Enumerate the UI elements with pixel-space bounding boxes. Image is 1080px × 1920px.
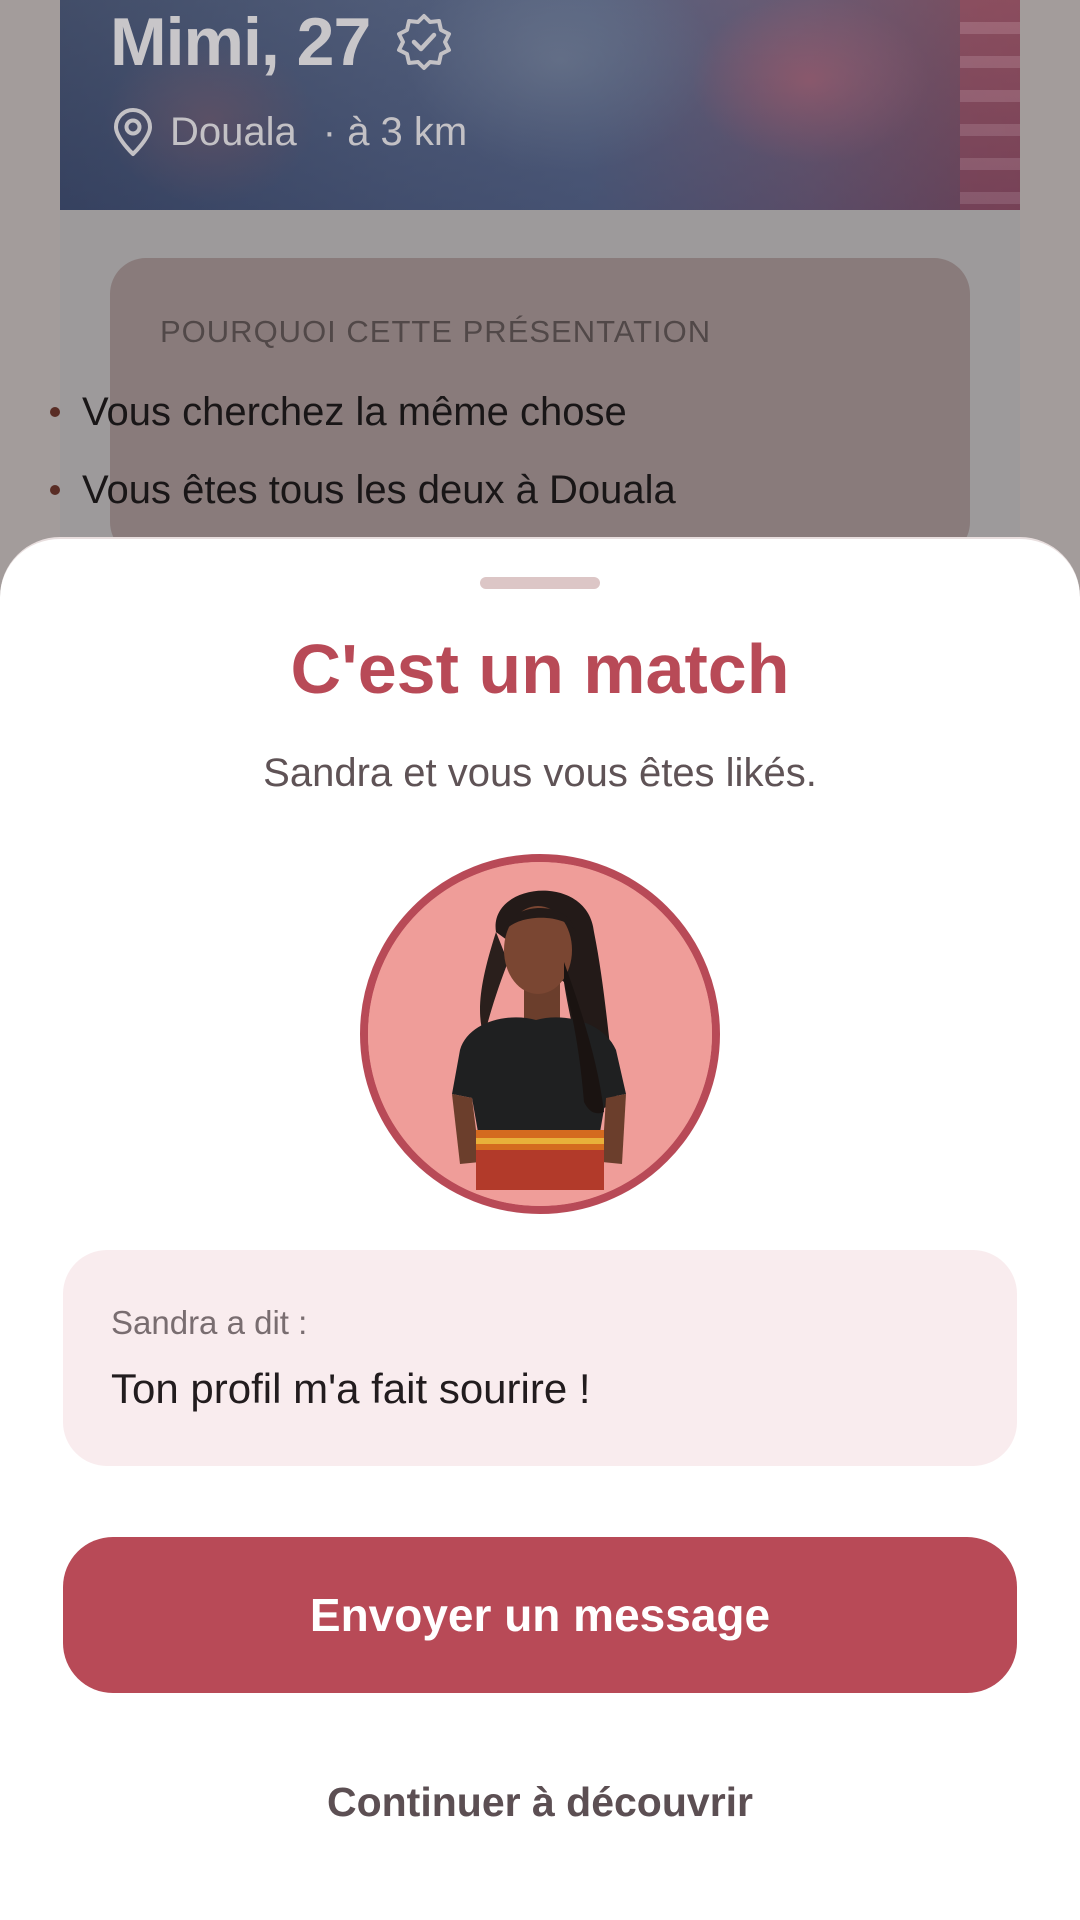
profile-photo: Mimi, 27 Douala · à 3 km — [60, 0, 1020, 210]
sheet-drag-handle[interactable] — [480, 577, 600, 589]
profile-distance: · à 3 km — [322, 110, 468, 154]
reason-text: Vous êtes tous les deux à Douala — [82, 468, 676, 512]
match-title: C'est un match — [290, 630, 790, 708]
quote-author: Sandra a dit : — [111, 1304, 308, 1341]
bullet-icon — [50, 485, 60, 495]
profile-city: Douala — [170, 110, 297, 154]
quote-text: Ton profil m'a fait sourire ! — [111, 1365, 591, 1412]
reason-item: Vous cherchez la même chose — [50, 392, 627, 432]
reason-item: Vous êtes tous les deux à Douala — [50, 470, 676, 510]
avatar-portrait — [368, 862, 712, 1206]
reasons-title: POURQUOI CETTE PRÉSENTATION — [160, 314, 712, 349]
verified-badge-icon — [397, 14, 452, 70]
profile-name-age: Mimi, 27 — [110, 4, 371, 80]
match-bottom-sheet: C'est un match Sandra et vous vous êtes … — [0, 537, 1080, 1920]
send-message-button[interactable]: Envoyer un message — [63, 1537, 1017, 1693]
bullet-icon — [50, 407, 60, 417]
match-subtitle: Sandra et vous vous êtes likés. — [263, 751, 817, 795]
profile-location-row: Douala · à 3 km — [110, 104, 467, 160]
location-pin-icon — [114, 108, 152, 156]
screen: Mimi, 27 Douala · à 3 km POURQUOI CETTE … — [0, 0, 1080, 1920]
match-avatar — [360, 854, 720, 1214]
continue-discovering-button[interactable]: Continuer à découvrir — [240, 1767, 840, 1837]
match-quote-box: Sandra a dit : Ton profil m'a fait souri… — [63, 1250, 1017, 1466]
reason-text: Vous cherchez la même chose — [82, 390, 627, 434]
profile-name-row: Mimi, 27 — [110, 0, 454, 84]
